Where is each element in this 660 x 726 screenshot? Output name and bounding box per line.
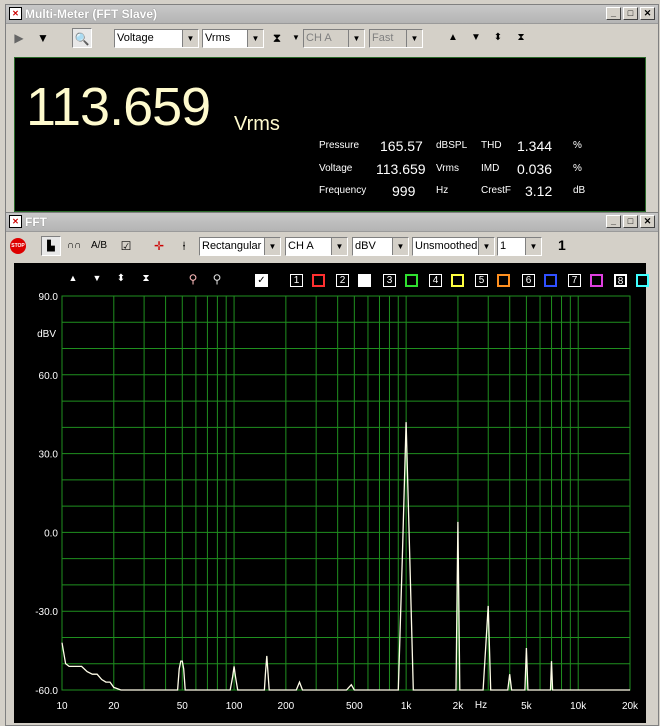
fft-chart: 90.0 60.0 30.0 0.0 -30.0 -60.0 10 20 50 100 200 500… [35,292,639,712]
x-tick-label: 200 [278,701,295,712]
x-tick-label: 2k [453,701,465,712]
x-axis-unit: Hz [474,700,488,711]
y-tick-label: 60.0 [39,371,59,382]
x-tick-label: 20k [622,701,639,712]
x-tick-label: 500 [346,701,363,712]
y-tick-label: -30.0 [35,607,58,618]
x-tick-label: 10 [56,701,68,712]
x-tick-label: 100 [226,701,243,712]
spectrum-trace [61,422,630,691]
y-axis-unit: dBV [37,329,56,340]
x-tick-label: 1k [401,701,413,712]
x-tick-label: 20 [108,701,120,712]
y-tick-label: -60.0 [35,686,58,697]
y-tick-label: 90.0 [39,292,59,303]
y-tick-label: 30.0 [39,450,59,461]
plot-frame [61,295,631,691]
x-tick-label: 10k [570,701,587,712]
y-tick-label: 0.0 [44,528,58,539]
x-tick-label: 50 [177,701,189,712]
x-tick-label: 5k [521,701,533,712]
